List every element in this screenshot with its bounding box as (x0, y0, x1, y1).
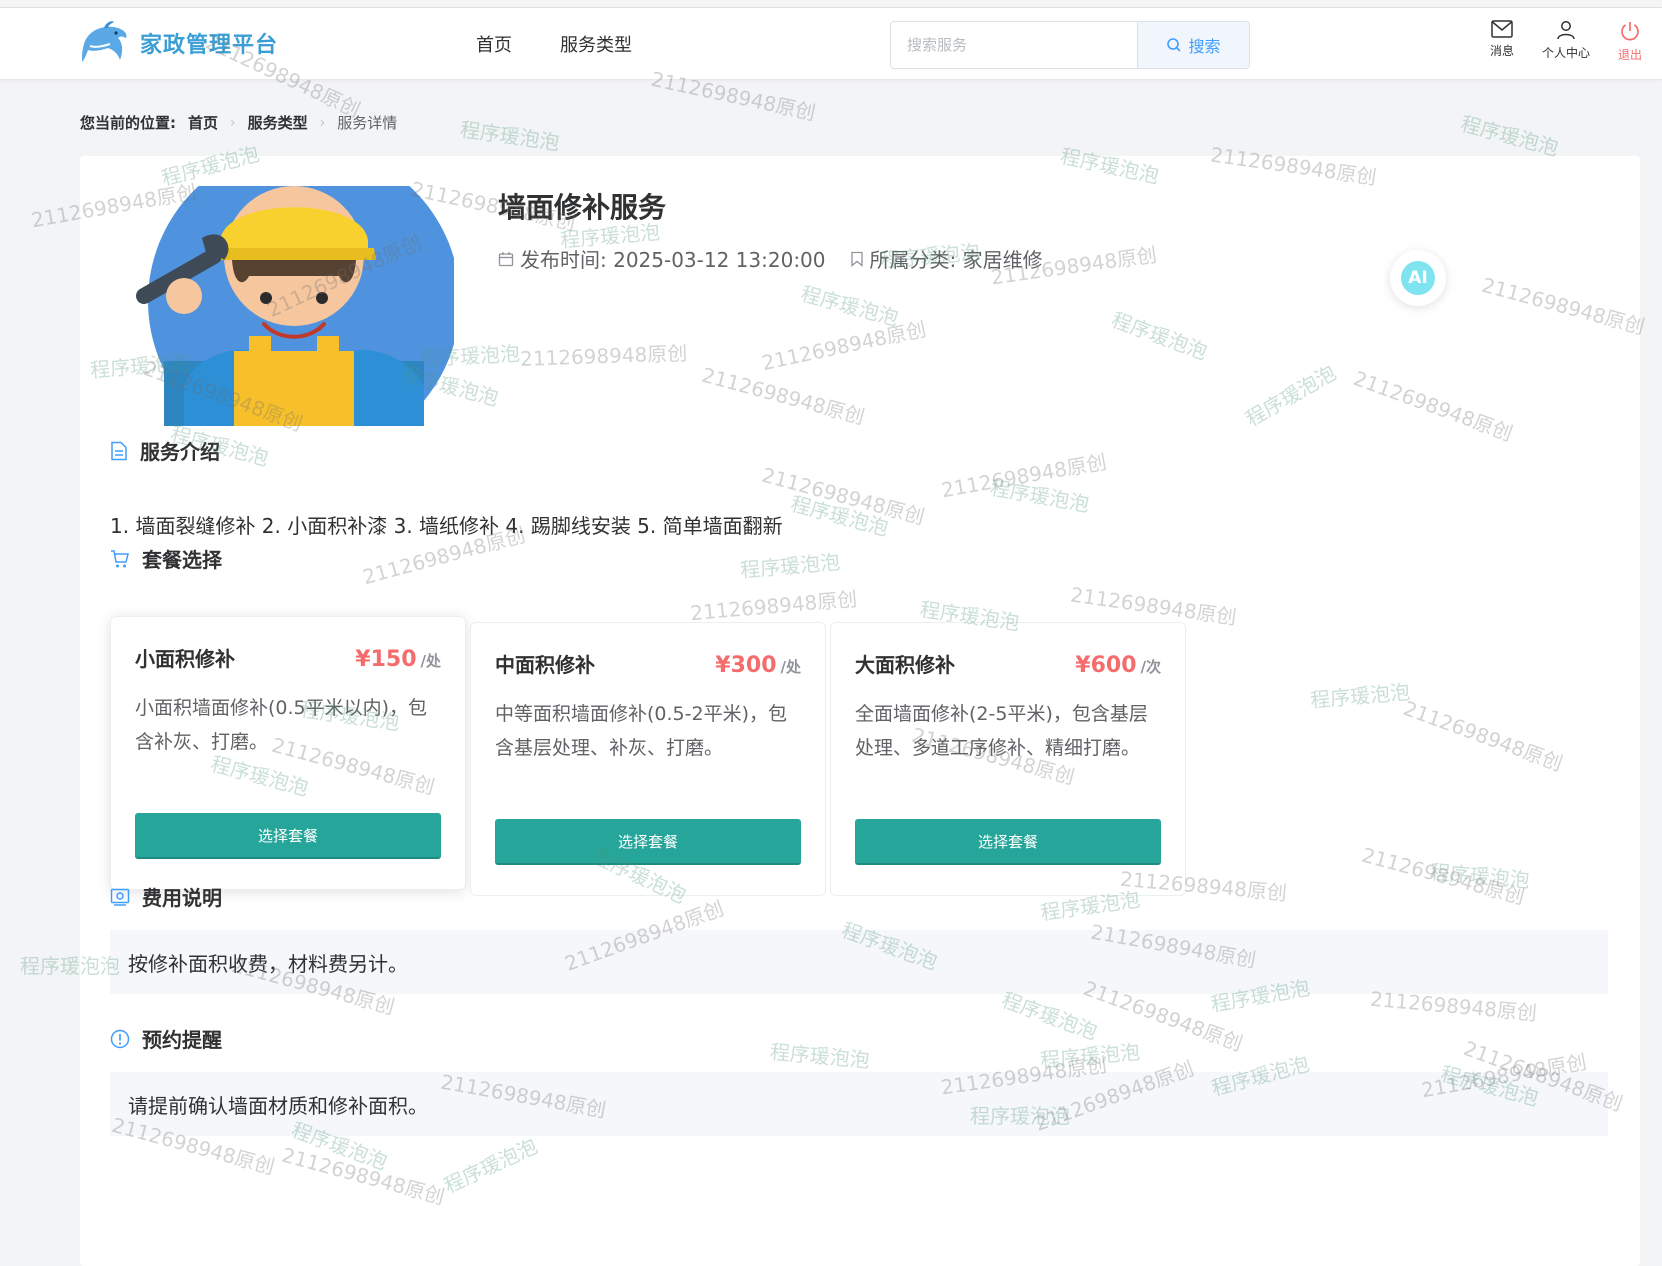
bookmark-icon (850, 251, 863, 267)
site-logo[interactable]: 家政管理平台 (80, 20, 278, 66)
publish-time: 发布时间: 2025-03-12 13:20:00 (498, 244, 826, 273)
package-price: ¥300 (715, 653, 777, 678)
repairman-illustration (136, 186, 454, 426)
search-icon (1167, 38, 1182, 52)
package-price: ¥600 (1075, 653, 1137, 678)
chevron-right-icon: › (319, 114, 326, 131)
breadcrumb-home[interactable]: 首页 (188, 112, 218, 133)
logout-button[interactable]: 退出 (1618, 20, 1642, 63)
user-icon (1557, 21, 1575, 40)
service-title: 墙面修补服务 (498, 191, 667, 224)
package-name: 大面积修补 (855, 653, 955, 677)
mail-icon (1491, 20, 1513, 38)
service-cover-image (124, 186, 454, 426)
nav-service-types[interactable]: 服务类型 (560, 31, 632, 57)
service-detail-card: 墙面修补服务 发布时间: 2025-03-12 13:20:00 所属分类: 家… (80, 156, 1640, 1266)
messages-label: 消息 (1489, 44, 1514, 58)
package-card-small[interactable]: 小面积修补 ¥150/处 小面积墙面修补(0.5平米以内)，包含补灰、打磨。 选… (110, 616, 466, 890)
intro-section-title: 服务介绍 (110, 436, 220, 465)
fee-info-box: 按修补面积收费，材料费另计。 (110, 930, 1608, 994)
service-category: 所属分类: 家居维修 (850, 244, 1043, 273)
power-icon (1621, 22, 1639, 41)
category-text: 所属分类: 家居维修 (869, 248, 1043, 272)
package-unit: /处 (420, 652, 441, 670)
logo-text: 家政管理平台 (140, 33, 279, 58)
fee-text: 按修补面积收费，材料费另计。 (128, 951, 408, 976)
package-desc: 中等面积墙面修补(0.5-2平米)，包含基层处理、补灰、打磨。 (495, 703, 787, 759)
breadcrumb-current: 服务详情 (337, 114, 398, 132)
ai-badge: AI (1401, 261, 1435, 295)
package-card-large[interactable]: 大面积修补 ¥600/次 全面墙面修补(2-5平米)，包含基层处理、多道工序修补… (830, 622, 1186, 896)
breadcrumb-service-types[interactable]: 服务类型 (248, 112, 308, 133)
reminder-text: 请提前确认墙面材质和修补面积。 (128, 1093, 428, 1118)
main-nav: 首页 服务类型 (476, 8, 680, 80)
package-price-block: ¥300/处 (715, 653, 801, 678)
dolphin-logo-icon (82, 21, 127, 62)
package-card-medium[interactable]: 中面积修补 ¥300/处 中等面积墙面修补(0.5-2平米)，包含基层处理、补灰… (470, 622, 826, 896)
logout-label: 退出 (1617, 48, 1642, 62)
search-button[interactable]: 搜索 (1137, 22, 1249, 68)
reminder-title-text: 预约提醒 (142, 1028, 222, 1052)
watermark-text: 程序瑗泡泡 (1458, 111, 1562, 161)
ai-assistant-button[interactable]: AI (1390, 250, 1446, 306)
select-package-button[interactable]: 选择套餐 (135, 813, 441, 859)
intro-text: 1. 墙面裂缝修补 2. 小面积补漆 3. 墙纸修补 4. 踢脚线安装 5. 简… (110, 514, 783, 538)
package-head: 小面积修补 ¥150/处 (135, 643, 441, 672)
package-price-block: ¥150/处 (355, 647, 441, 672)
service-meta: 发布时间: 2025-03-12 13:20:00 所属分类: 家居维修 (498, 244, 1067, 273)
info-circle-icon (110, 1029, 130, 1048)
package-desc: 全面墙面修补(2-5平米)，包含基层处理、多道工序修补、精细打磨。 (855, 703, 1148, 759)
package-name: 小面积修补 (135, 647, 235, 671)
window-top-border (0, 0, 1662, 8)
profile-label: 个人中心 (1541, 46, 1590, 60)
select-package-button[interactable]: 选择套餐 (495, 819, 801, 865)
breadcrumb-lead: 您当前的位置: (80, 114, 176, 132)
calendar-icon (498, 251, 514, 266)
publish-time-text: 发布时间: 2025-03-12 13:20:00 (520, 248, 826, 272)
search-bar: 搜索 (890, 21, 1250, 69)
cart-icon (111, 549, 129, 567)
chevron-right-icon: › (230, 114, 236, 131)
fee-title-text: 费用说明 (142, 886, 222, 910)
watermark-text: 程序瑗泡泡 (458, 117, 561, 155)
reminder-info-box: 请提前确认墙面材质和修补面积。 (110, 1072, 1608, 1136)
top-header: 家政管理平台 首页 服务类型 搜索 消息 个人中心 退出 (0, 8, 1662, 80)
package-head: 大面积修补 ¥600/次 (855, 649, 1161, 678)
document-icon (111, 441, 127, 460)
search-button-label: 搜索 (1188, 37, 1221, 56)
package-price-block: ¥600/次 (1075, 653, 1161, 678)
receipt-icon (110, 888, 130, 906)
breadcrumb: 您当前的位置: 首页 › 服务类型 › 服务详情 (80, 112, 397, 133)
package-name: 中面积修补 (495, 653, 595, 677)
package-desc: 小面积墙面修补(0.5平米以内)，包含补灰、打磨。 (135, 697, 428, 753)
package-unit: /次 (1140, 658, 1161, 676)
fee-section-title: 费用说明 (110, 882, 222, 911)
package-unit: /处 (780, 658, 801, 676)
intro-title-text: 服务介绍 (140, 440, 220, 464)
package-price: ¥150 (355, 647, 417, 672)
messages-button[interactable]: 消息 (1490, 20, 1514, 63)
select-package-button[interactable]: 选择套餐 (855, 819, 1161, 865)
header-actions: 消息 个人中心 退出 (1462, 20, 1642, 63)
reminder-section-title: 预约提醒 (110, 1024, 222, 1053)
package-head: 中面积修补 ¥300/处 (495, 649, 801, 678)
nav-home[interactable]: 首页 (476, 31, 512, 57)
profile-button[interactable]: 个人中心 (1542, 20, 1590, 63)
search-input[interactable] (891, 22, 1137, 68)
packages-section-title: 套餐选择 (110, 544, 222, 573)
packages-title-text: 套餐选择 (142, 548, 222, 572)
